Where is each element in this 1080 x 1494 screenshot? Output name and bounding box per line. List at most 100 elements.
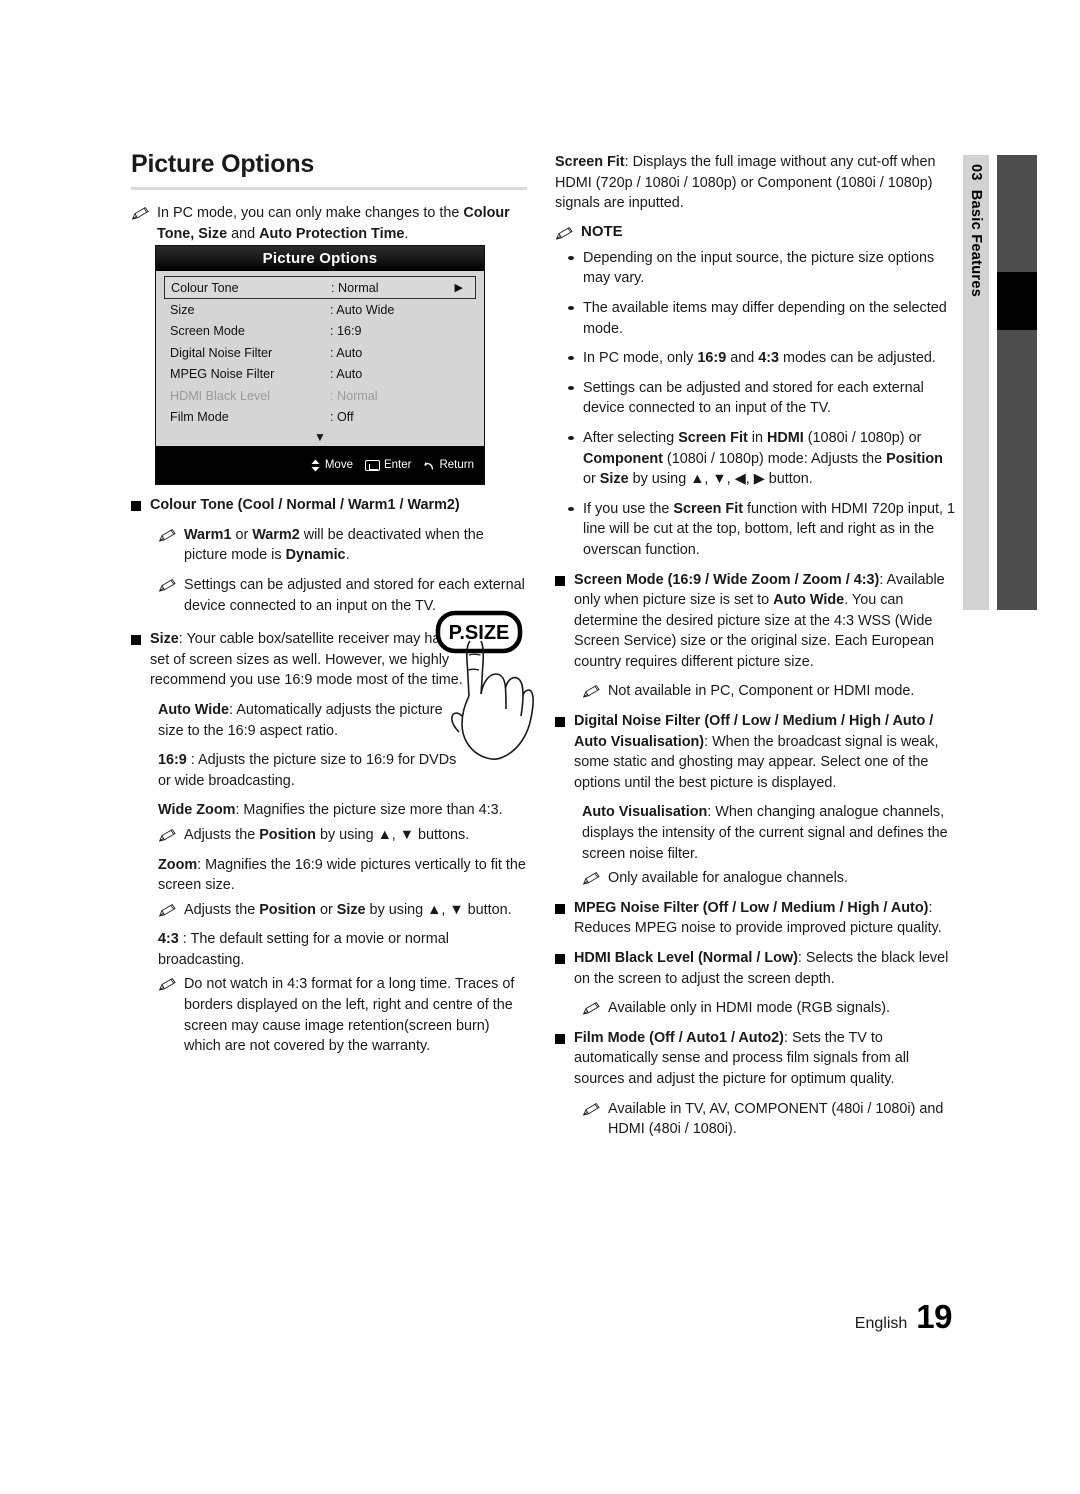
dynamic-bold: Dynamic xyxy=(285,547,346,564)
osd-row-size[interactable]: Size : Auto Wide xyxy=(156,299,484,321)
ratio-169-bold: 16:9 xyxy=(158,752,187,769)
screen-mode-note-text: Not available in PC, Component or HDMI m… xyxy=(608,683,915,700)
np-bold: Component xyxy=(583,450,663,467)
osd-row-colour-tone[interactable]: Colour Tone : Normal ▶ xyxy=(164,276,476,299)
osd-enter-hint: Enter xyxy=(364,459,412,471)
screen-mode-note: Not available in PC, Component or HDMI m… xyxy=(582,681,955,702)
np: by using ▲, ▼, ◀, ▶ button. xyxy=(628,471,813,488)
warm2-bold: Warm2 xyxy=(252,526,300,543)
note-period: . xyxy=(345,547,350,564)
dnf-note-text: Only available for analogue channels. xyxy=(608,870,849,887)
section-screen-mode: Screen Mode (16:9 / Wide Zoom / Zoom / 4… xyxy=(555,570,955,673)
pencil-icon xyxy=(158,578,176,592)
chapter-name: Basic Features xyxy=(968,189,984,298)
position-bold: Position xyxy=(259,901,316,918)
np: (1080i / 1080p) or xyxy=(803,429,922,446)
osd-enter-label: Enter xyxy=(383,459,412,471)
colour-tone-note-1: Warm1 or Warm2 will be deactivated when … xyxy=(158,525,527,566)
ratio-43-bold: 4:3 xyxy=(158,931,179,948)
hdmi-black-level-heading: HDMI Black Level (Normal / Low) xyxy=(574,950,798,966)
auto-wide-paragraph: Auto Wide: Automatically adjusts the pic… xyxy=(158,700,458,741)
ratio-43-note-text: Do not watch in 4:3 format for a long ti… xyxy=(184,976,515,1055)
np: modes can be adjusted. xyxy=(779,350,936,367)
section-hdmi-black-level: HDMI Black Level (Normal / Low): Selects… xyxy=(555,948,955,989)
np: (1080i / 1080p) mode: Adjusts the xyxy=(662,450,887,467)
section-film-mode: Film Mode (Off / Auto1 / Auto2): Sets th… xyxy=(555,1028,955,1090)
osd-footer: Move Enter Return xyxy=(156,446,484,484)
ratio-43-note: Do not watch in 4:3 format for a long ti… xyxy=(158,974,527,1056)
osd-label: Size xyxy=(170,302,195,317)
square-bullet-icon xyxy=(555,954,565,964)
size-bold: Size xyxy=(336,901,366,918)
np-bold: HDMI xyxy=(766,429,804,446)
chevron-right-icon: ▶ xyxy=(454,282,463,294)
np: or xyxy=(583,471,600,488)
section-colour-tone: Colour Tone (Cool / Normal / Warm1 / War… xyxy=(131,495,527,516)
auto-visualisation-bold: Auto Visualisation xyxy=(582,804,708,821)
psize-button-text: P.SIZE xyxy=(449,622,510,644)
bullet-dot-icon xyxy=(568,255,574,260)
section-digital-noise-filter: Digital Noise Filter (Off / Low / Medium… xyxy=(555,711,955,793)
film-mode-note: Available in TV, AV, COMPONENT (480i / 1… xyxy=(582,1099,955,1140)
pencil-icon xyxy=(582,1102,600,1116)
note-bullet-text: If you use the Screen Fit function with … xyxy=(583,499,955,561)
pencil-icon xyxy=(555,226,573,240)
mpeg-heading: MPEG Noise Filter (Off / Low / Medium / … xyxy=(574,899,929,916)
osd-value: : Auto Wide xyxy=(330,302,395,317)
right-column: Screen Fit: Displays the full image with… xyxy=(555,152,955,1149)
osd-value: : Normal xyxy=(331,280,379,295)
wz-note-t2: by using ▲, ▼ buttons. xyxy=(315,826,470,843)
osd-row-digital-noise-filter[interactable]: Digital Noise Filter : Auto xyxy=(156,342,484,364)
np: in xyxy=(747,429,767,446)
osd-row-film-mode[interactable]: Film Mode : Off xyxy=(156,407,484,429)
film-mode-note-text: Available in TV, AV, COMPONENT (480i / 1… xyxy=(608,1100,944,1138)
note-bullet-text: Depending on the input source, the pictu… xyxy=(583,249,935,287)
position-bold: Position xyxy=(259,826,316,843)
intro-bold-2: Auto Protection Time xyxy=(259,225,405,242)
section-mpeg-noise-filter: MPEG Noise Filter (Off / Low / Medium / … xyxy=(555,898,955,939)
osd-row-screen-mode[interactable]: Screen Mode : 16:9 xyxy=(156,321,484,343)
zoom-text: : Magnifies the 16:9 wide pictures verti… xyxy=(158,856,526,894)
wide-zoom-bold: Wide Zoom xyxy=(158,802,236,819)
np-bold: 16:9 xyxy=(697,350,727,367)
np: In PC mode, only xyxy=(583,350,698,367)
osd-scroll-down-icon[interactable]: ▼ xyxy=(156,430,484,444)
intro-note: In PC mode, you can only make changes to… xyxy=(131,203,527,244)
osd-row-mpeg-noise-filter[interactable]: MPEG Noise Filter : Auto xyxy=(156,364,484,386)
osd-body: Colour Tone : Normal ▶ Size : Auto Wide … xyxy=(156,271,484,446)
z-note-t1: Adjusts the xyxy=(184,901,260,918)
auto-wide-bold: Auto Wide xyxy=(158,701,230,718)
zoom-note: Adjusts the Position or Size by using ▲,… xyxy=(158,900,527,921)
intro-text-2: and xyxy=(227,225,260,242)
colour-tone-heading: Colour Tone (Cool / Normal / Warm1 / War… xyxy=(150,497,460,514)
square-bullet-icon xyxy=(131,635,141,646)
square-bullet-icon xyxy=(555,717,565,728)
np: If you use the xyxy=(583,500,674,517)
bullet-dot-icon xyxy=(568,385,574,390)
title-divider xyxy=(131,187,527,190)
square-bullet-icon xyxy=(555,903,565,914)
note-or: or xyxy=(231,526,253,543)
wide-zoom-note: Adjusts the Position by using ▲, ▼ butto… xyxy=(158,825,527,846)
bullet-dot-icon xyxy=(568,435,574,440)
np-bold: Screen Fit xyxy=(673,500,743,517)
screen-fit-paragraph: Screen Fit: Displays the full image with… xyxy=(555,152,955,214)
ratio-43-text: : The default setting for a movie or nor… xyxy=(158,931,449,968)
note-bullet: In PC mode, only 16:9 and 4:3 modes can … xyxy=(555,348,955,369)
pencil-icon xyxy=(158,978,176,992)
note-bullet-text: After selecting Screen Fit in HDMI (1080… xyxy=(583,428,955,490)
osd-value: : 16:9 xyxy=(330,324,362,339)
np: After selecting xyxy=(583,429,679,446)
pencil-icon xyxy=(158,528,176,542)
chapter-number: 03 xyxy=(968,164,984,181)
film-mode-heading: Film Mode (Off / Auto1 / Auto2) xyxy=(574,1029,784,1046)
screen-fit-bold: Screen Fit xyxy=(555,154,625,170)
osd-move-label: Move xyxy=(324,459,353,471)
wide-zoom-text: : Magnifies the picture size more than 4… xyxy=(235,802,503,819)
np-bold: 4:3 xyxy=(758,350,780,367)
intro-text-3: . xyxy=(404,225,409,242)
psize-hand-graphic: P.SIZE xyxy=(435,610,534,760)
note-bullet-text: The available items may differ depending… xyxy=(583,299,947,337)
chapter-tab-label: 03 Basic Features xyxy=(963,155,989,610)
size-heading: Size xyxy=(150,631,179,648)
